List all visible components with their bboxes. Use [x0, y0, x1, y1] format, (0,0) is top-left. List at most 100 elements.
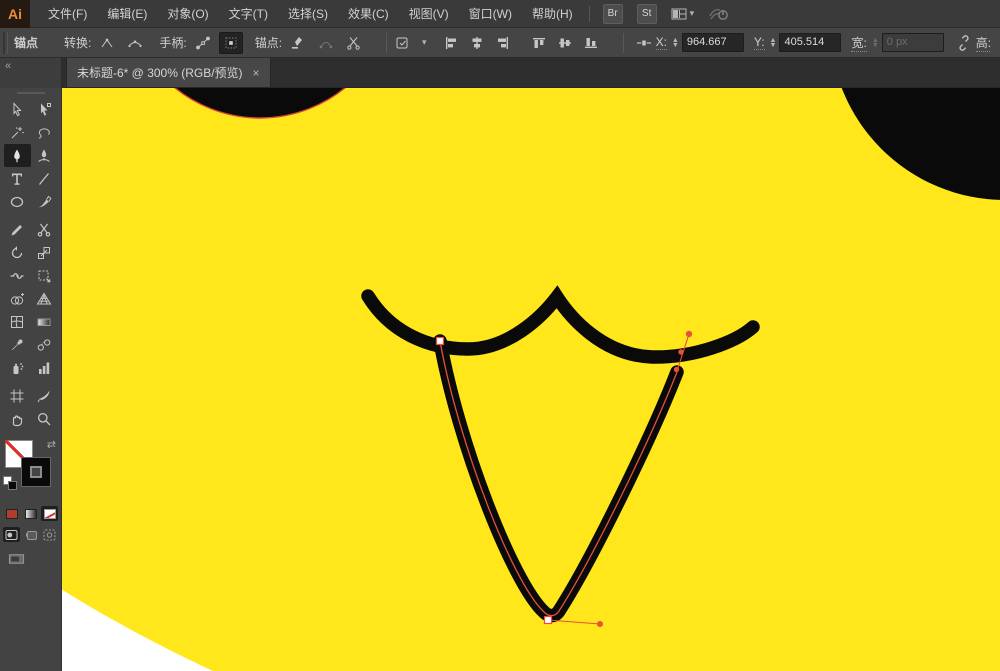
workspace-switcher[interactable]: ▾	[671, 7, 694, 21]
selection-tool[interactable]	[4, 98, 31, 121]
width-tool[interactable]	[4, 264, 31, 287]
ellipse-tool[interactable]	[4, 190, 31, 213]
document-tab-strip: 未标题-6* @ 300% (RGB/预览) ×	[62, 58, 1000, 88]
x-input[interactable]: 964.667	[681, 33, 744, 52]
align-to-dropdown[interactable]: ▾	[395, 35, 427, 51]
unlink-dimensions-button[interactable]	[952, 32, 976, 54]
show-handles-button[interactable]	[191, 32, 215, 54]
artboard-tool[interactable]	[4, 384, 31, 407]
align-h-center-button[interactable]	[465, 32, 489, 54]
color-button[interactable]	[3, 506, 20, 521]
tab-close-icon[interactable]: ×	[253, 66, 260, 80]
anchors-label: 锚点:	[254, 36, 283, 50]
distribute-center-button[interactable]	[632, 32, 656, 54]
column-graph-tool[interactable]	[31, 356, 58, 379]
lasso-tool[interactable]	[31, 121, 58, 144]
convert-to-smooth-button[interactable]	[123, 32, 147, 54]
width-input: 0 px	[881, 33, 944, 52]
anchor-point-selected[interactable]	[435, 336, 445, 346]
perspective-grid-tool[interactable]	[31, 287, 58, 310]
hide-handles-button[interactable]	[218, 31, 243, 54]
fill-stroke-indicator: ⇄	[0, 438, 62, 502]
remove-anchor-button[interactable]	[286, 32, 310, 54]
magic-wand-tool[interactable]	[4, 121, 31, 144]
anchor-point-selected[interactable]	[543, 615, 553, 625]
scale-tool[interactable]	[31, 241, 58, 264]
menu-object[interactable]: 对象(O)	[157, 0, 218, 28]
default-fill-stroke-icon[interactable]	[3, 476, 17, 490]
menu-type[interactable]: 文字(T)	[219, 0, 278, 28]
swap-fill-stroke-icon[interactable]: ⇄	[47, 438, 56, 451]
blend-tool[interactable]	[31, 333, 58, 356]
gradient-tool[interactable]	[31, 310, 58, 333]
align-bottom-button[interactable]	[579, 32, 603, 54]
mesh-tool[interactable]	[4, 310, 31, 333]
pencil-tool[interactable]	[4, 218, 31, 241]
none-chip	[43, 508, 56, 519]
menu-select[interactable]: 选择(S)	[278, 0, 338, 28]
toolbar-collapse-button[interactable]: «	[0, 58, 62, 88]
bridge-button[interactable]: Br	[602, 3, 623, 24]
divider	[588, 5, 590, 22]
align-right-button[interactable]	[491, 32, 515, 54]
chevron-down-icon: ▾	[422, 37, 427, 47]
curvature-tool[interactable]	[31, 144, 58, 167]
rotate-tool[interactable]	[4, 241, 31, 264]
anchor-point[interactable]	[678, 349, 684, 355]
line-segment-tool[interactable]	[31, 167, 58, 190]
stock-button[interactable]: St	[636, 3, 657, 24]
draw-inside-button[interactable]	[41, 527, 58, 542]
x-stepper[interactable]: ▲ ▼	[672, 37, 679, 49]
cut-path-button[interactable]	[342, 32, 366, 54]
document-tab[interactable]: 未标题-6* @ 300% (RGB/预览) ×	[66, 58, 271, 87]
pen-tool[interactable]	[3, 144, 31, 167]
slice-tool[interactable]	[31, 384, 58, 407]
align-top-button[interactable]	[527, 32, 551, 54]
app-logo[interactable]: Ai	[0, 0, 30, 28]
divider	[622, 32, 624, 53]
direct-selection-tool[interactable]	[31, 98, 58, 121]
type-tool[interactable]	[4, 167, 31, 190]
align-v-center-button[interactable]	[553, 32, 577, 54]
x-label[interactable]: X:	[655, 35, 667, 50]
panel-grip[interactable]	[3, 31, 8, 54]
paintbrush-tool[interactable]	[31, 190, 58, 213]
canvas-viewport[interactable]	[0, 0, 1000, 671]
shape-builder-tool[interactable]	[4, 287, 31, 310]
height-label: 高:	[975, 35, 990, 52]
none-button[interactable]	[41, 506, 58, 521]
y-label[interactable]: Y:	[753, 35, 765, 50]
align-left-button[interactable]	[439, 32, 463, 54]
gradient-button[interactable]	[22, 506, 39, 521]
menu-window[interactable]: 窗口(W)	[459, 0, 522, 28]
connect-endpoints-button[interactable]	[314, 32, 338, 54]
stroke-swatch-black[interactable]	[21, 457, 51, 487]
menu-file[interactable]: 文件(F)	[38, 0, 97, 28]
handle-endpoint[interactable]	[685, 330, 693, 338]
zoom-tool[interactable]	[31, 407, 58, 430]
y-stepper[interactable]: ▲ ▼	[770, 37, 777, 49]
share-screen-button[interactable]	[708, 6, 730, 22]
free-transform-tool[interactable]	[31, 264, 58, 287]
convert-to-corner-button[interactable]	[95, 32, 119, 54]
screen-mode-button[interactable]	[8, 551, 25, 566]
handle-endpoint[interactable]	[597, 621, 603, 627]
menu-help[interactable]: 帮助(H)	[522, 0, 583, 28]
eyedropper-tool[interactable]	[4, 333, 31, 356]
panel-drag-grip[interactable]	[16, 92, 45, 94]
draw-normal-button[interactable]	[3, 527, 20, 542]
convert-label: 转换:	[64, 36, 92, 50]
width-label: 宽:	[851, 35, 867, 52]
scissors-tool[interactable]	[31, 218, 58, 241]
anchor-point[interactable]	[673, 366, 680, 373]
tool-panel: ⇄	[0, 88, 62, 671]
workspace-layout-icon	[671, 8, 687, 19]
gradient-chip	[24, 508, 37, 519]
hand-tool[interactable]	[4, 407, 31, 430]
menu-effect[interactable]: 效果(C)	[338, 0, 399, 28]
draw-behind-button[interactable]	[22, 527, 39, 542]
menu-edit[interactable]: 编辑(E)	[97, 0, 157, 28]
y-input[interactable]: 405.514	[779, 33, 842, 52]
menu-view[interactable]: 视图(V)	[399, 0, 459, 28]
symbol-sprayer-tool[interactable]	[4, 356, 31, 379]
